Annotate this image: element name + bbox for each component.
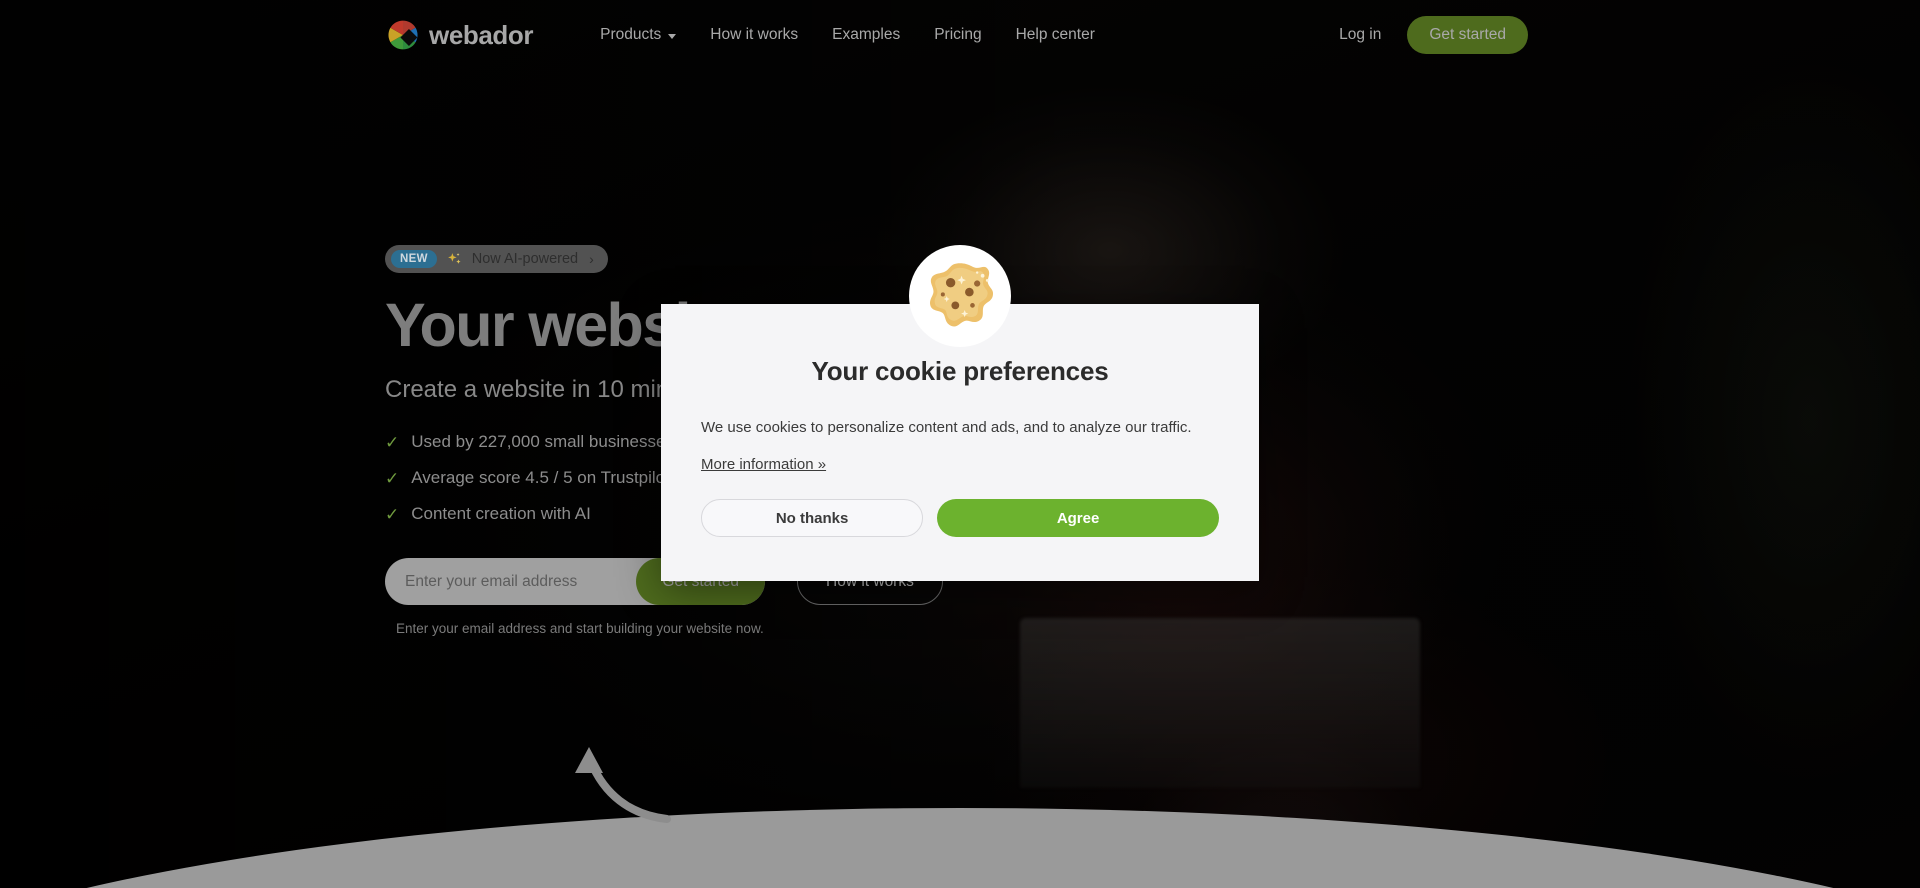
nav-item-products-label: Products [600, 26, 662, 43]
chevron-right-icon: › [589, 251, 594, 267]
announcement-pill[interactable]: NEW Now AI-powered › [385, 245, 608, 273]
nav-item-examples-label: Examples [832, 26, 901, 43]
curved-up-arrow-icon [575, 747, 671, 823]
cookie-icon [930, 263, 994, 327]
benefit-label: Used by 227,000 small businesses [411, 432, 674, 452]
login-link[interactable]: Log in [1339, 26, 1381, 44]
benefit-label: Content creation with AI [411, 504, 591, 524]
cookie-dialog-actions: No thanks Agree [701, 499, 1219, 538]
check-icon: ✓ [385, 468, 400, 488]
cookie-dialog-body: We use cookies to personalize content an… [701, 419, 1192, 436]
cookie-icon-badge [909, 245, 1011, 347]
header-actions: Log in Get started [1339, 16, 1528, 54]
nav-item-products[interactable]: Products [600, 26, 677, 44]
check-icon: ✓ [385, 504, 400, 524]
nav-item-pricing[interactable]: Pricing [934, 26, 981, 44]
page-root: webador Products How it works Examples P… [0, 0, 1920, 888]
header-get-started-button[interactable]: Get started [1407, 16, 1528, 54]
nav-item-how-it-works-label: How it works [710, 26, 799, 43]
benefit-label: Average score 4.5 / 5 on Trustpilot [411, 468, 670, 488]
laptop-silhouette [1020, 618, 1420, 788]
nav-item-pricing-label: Pricing [934, 26, 982, 43]
sparkles-icon [447, 252, 461, 264]
check-icon: ✓ [385, 432, 400, 452]
announcement-text: Now AI-powered [471, 251, 579, 267]
brand-name: webador [429, 20, 534, 50]
nav-item-how-it-works[interactable]: How it works [710, 26, 798, 44]
agree-button[interactable]: Agree [937, 499, 1219, 538]
new-badge: NEW [391, 250, 437, 268]
webador-pinwheel-logo-icon [388, 20, 418, 50]
nav-item-help-center[interactable]: Help center [1016, 26, 1095, 44]
nav-item-examples[interactable]: Examples [832, 26, 900, 44]
main-nav: Products How it works Examples Pricing H… [600, 26, 1095, 44]
nav-item-help-center-label: Help center [1015, 26, 1095, 43]
form-hint: Enter your email address and start build… [396, 621, 764, 637]
brand-logo-link[interactable]: webador [388, 20, 534, 50]
site-header: webador Products How it works Examples P… [0, 0, 1920, 70]
no-thanks-button[interactable]: No thanks [701, 499, 924, 538]
email-input[interactable] [385, 558, 637, 606]
cookie-dialog-title: Your cookie preferences [811, 356, 1109, 386]
more-information-link[interactable]: More information » [701, 456, 826, 473]
chevron-down-icon [668, 33, 677, 39]
